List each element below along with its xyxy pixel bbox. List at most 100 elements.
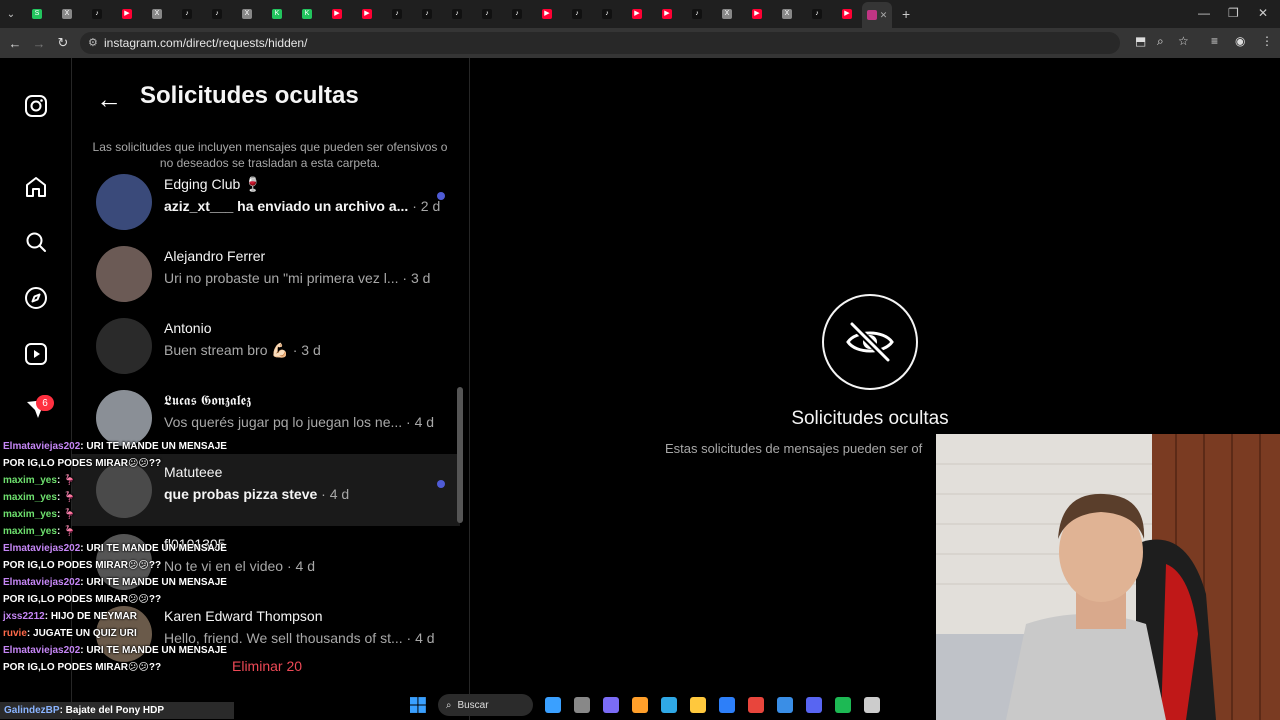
taskbar: ⌕ Buscar: [400, 690, 880, 720]
active-browser-tab[interactable]: ✕: [862, 2, 892, 28]
search-icon[interactable]: [22, 228, 50, 256]
install-app-icon[interactable]: ⬒: [1135, 34, 1146, 48]
reload-icon[interactable]: ↻: [51, 35, 75, 51]
browser-tab[interactable]: ♪: [802, 3, 832, 25]
browser-tab[interactable]: ▶: [112, 3, 142, 25]
browser-tab[interactable]: ▶: [742, 3, 772, 25]
taskbar-app-icon[interactable]: [545, 697, 561, 713]
browser-tab[interactable]: ▶: [622, 3, 652, 25]
explore-icon[interactable]: [22, 284, 50, 312]
maximize-button[interactable]: ❐: [1228, 6, 1239, 20]
browser-tab[interactable]: X: [772, 3, 802, 25]
browser-tab[interactable]: ♪: [172, 3, 202, 25]
empty-state-title: Solicitudes ocultas: [791, 408, 949, 429]
taskbar-app-icon[interactable]: [661, 697, 677, 713]
browser-tab[interactable]: ♪: [562, 3, 592, 25]
back-icon[interactable]: ←: [3, 36, 27, 51]
browser-tab[interactable]: X: [52, 3, 82, 25]
chat-text: POR IG,LO PODES MIRAR😕😕??: [3, 458, 162, 469]
browser-tab[interactable]: X: [142, 3, 172, 25]
browser-tab[interactable]: K: [292, 3, 322, 25]
close-window-button[interactable]: ✕: [1258, 6, 1268, 20]
windows-start-icon[interactable]: [410, 697, 426, 713]
request-time: · 4 d: [317, 486, 350, 502]
chat-text: : Bajate del Pony HDP: [59, 705, 165, 716]
browser-tab[interactable]: X: [712, 3, 742, 25]
chat-message: Elmataviejas202: URI TE MANDE UN MENSAJE: [0, 540, 236, 557]
chat-username: Elmataviejas202: [3, 577, 81, 588]
reading-list-icon[interactable]: ≡: [1211, 34, 1218, 48]
browser-tab[interactable]: ♪: [442, 3, 472, 25]
request-time: · 3 d: [288, 342, 321, 358]
webcam-overlay: [936, 434, 1280, 720]
close-tab-icon[interactable]: ✕: [880, 10, 888, 21]
request-sender-name: Antonio: [164, 320, 212, 336]
back-arrow-icon[interactable]: ←: [96, 84, 122, 115]
taskbar-app-icon[interactable]: [864, 697, 880, 713]
tab-favicon-icon: ▶: [332, 9, 342, 19]
browser-tab[interactable]: ▶: [832, 3, 862, 25]
zoom-icon[interactable]: ⌕: [1157, 34, 1164, 49]
request-time: · 4 d: [283, 558, 315, 574]
browser-tab[interactable]: ♪: [382, 3, 412, 25]
request-row[interactable]: Alejandro Ferrer Uri no probaste un "mi p…: [72, 238, 460, 310]
tab-favicon-icon: ♪: [482, 9, 492, 19]
request-sender-name: Edging Club 🍷: [164, 176, 262, 192]
taskbar-app-icon[interactable]: [719, 697, 735, 713]
scrollbar-thumb[interactable]: [457, 387, 463, 523]
chat-text: : 🦩: [56, 526, 76, 537]
taskbar-app-icon[interactable]: [777, 697, 793, 713]
taskbar-app-icon[interactable]: [835, 697, 851, 713]
bookmark-star-icon[interactable]: ☆: [1178, 34, 1189, 48]
tab-favicon-icon: ▶: [362, 9, 372, 19]
taskbar-app-icon[interactable]: [748, 697, 764, 713]
reels-icon[interactable]: [22, 340, 50, 368]
tab-favicon-icon: X: [782, 9, 792, 19]
request-preview: Vos querés jugar pq lo juegan los ne... …: [164, 414, 434, 430]
browser-tab[interactable]: X: [232, 3, 262, 25]
browser-tab[interactable]: S: [22, 3, 52, 25]
tab-favicon-icon: ♪: [92, 9, 102, 19]
request-preview: Buen stream bro 💪🏻 · 3 d: [164, 342, 321, 359]
taskbar-app-icon[interactable]: [603, 697, 619, 713]
minimize-button[interactable]: —: [1198, 6, 1210, 20]
browser-tab[interactable]: ♪: [502, 3, 532, 25]
chrome-menu-icon[interactable]: ⋮: [1261, 34, 1273, 48]
browser-tab[interactable]: ▶: [532, 3, 562, 25]
browser-tab[interactable]: ♪: [202, 3, 232, 25]
home-icon[interactable]: [22, 173, 50, 201]
request-preview-text: Buen stream bro 💪🏻: [164, 342, 289, 358]
tab-favicon-icon: ♪: [812, 9, 822, 19]
browser-tab[interactable]: ♪: [412, 3, 442, 25]
tab-favicon-icon: X: [242, 9, 252, 19]
taskbar-search[interactable]: ⌕ Buscar: [437, 694, 533, 716]
profile-icon[interactable]: ◉: [1235, 34, 1245, 48]
request-row[interactable]: Antonio Buen stream bro 💪🏻 · 3 d: [72, 310, 460, 382]
browser-tab[interactable]: ▶: [652, 3, 682, 25]
tab-favicon-icon: ♪: [182, 9, 192, 19]
browser-tab[interactable]: K: [262, 3, 292, 25]
taskbar-app-icon[interactable]: [574, 697, 590, 713]
browser-tab[interactable]: ♪: [82, 3, 112, 25]
browser-tab[interactable]: ♪: [592, 3, 622, 25]
request-preview: Uri no probaste un "mi primera vez l... …: [164, 270, 430, 286]
browser-tab[interactable]: ♪: [682, 3, 712, 25]
instagram-logo-icon[interactable]: [22, 92, 50, 120]
forward-icon[interactable]: →: [27, 36, 51, 51]
browser-tab[interactable]: ▶: [322, 3, 352, 25]
taskbar-app-icon[interactable]: [690, 697, 706, 713]
address-bar[interactable]: ⚙ instagram.com/direct/requests/hidden/: [80, 32, 1120, 54]
request-row[interactable]: Edging Club 🍷 aziz_xt___ ha enviado un ar…: [72, 166, 460, 238]
browser-tab-bar: ⌄ S X ♪ ▶ X ♪ ♪ X K K ▶ ▶ ♪ ♪ ♪ ♪ ♪ ▶ ♪ ♪ ▶ ▶ ♪ X ▶ X ♪ ▶ ✕ +: [0, 0, 1280, 28]
new-tab-button[interactable]: +: [902, 6, 910, 22]
tab-search-icon[interactable]: ⌄: [0, 9, 22, 20]
chat-message: maxim_yes: 🦩: [0, 472, 236, 489]
site-info-icon[interactable]: ⚙: [88, 36, 98, 49]
browser-tab[interactable]: ♪: [472, 3, 502, 25]
chat-text: : URI TE MANDE UN MENSAJE: [80, 441, 227, 452]
taskbar-app-icon[interactable]: [632, 697, 648, 713]
taskbar-app-icon[interactable]: [806, 697, 822, 713]
delete-all-button[interactable]: Eliminar 20: [232, 658, 302, 674]
tab-strip: S X ♪ ▶ X ♪ ♪ X K K ▶ ▶ ♪ ♪ ♪ ♪ ♪ ▶ ♪ ♪ ▶ ▶ ♪ X ▶ X ♪ ▶ ✕: [22, 0, 892, 28]
browser-tab[interactable]: ▶: [352, 3, 382, 25]
